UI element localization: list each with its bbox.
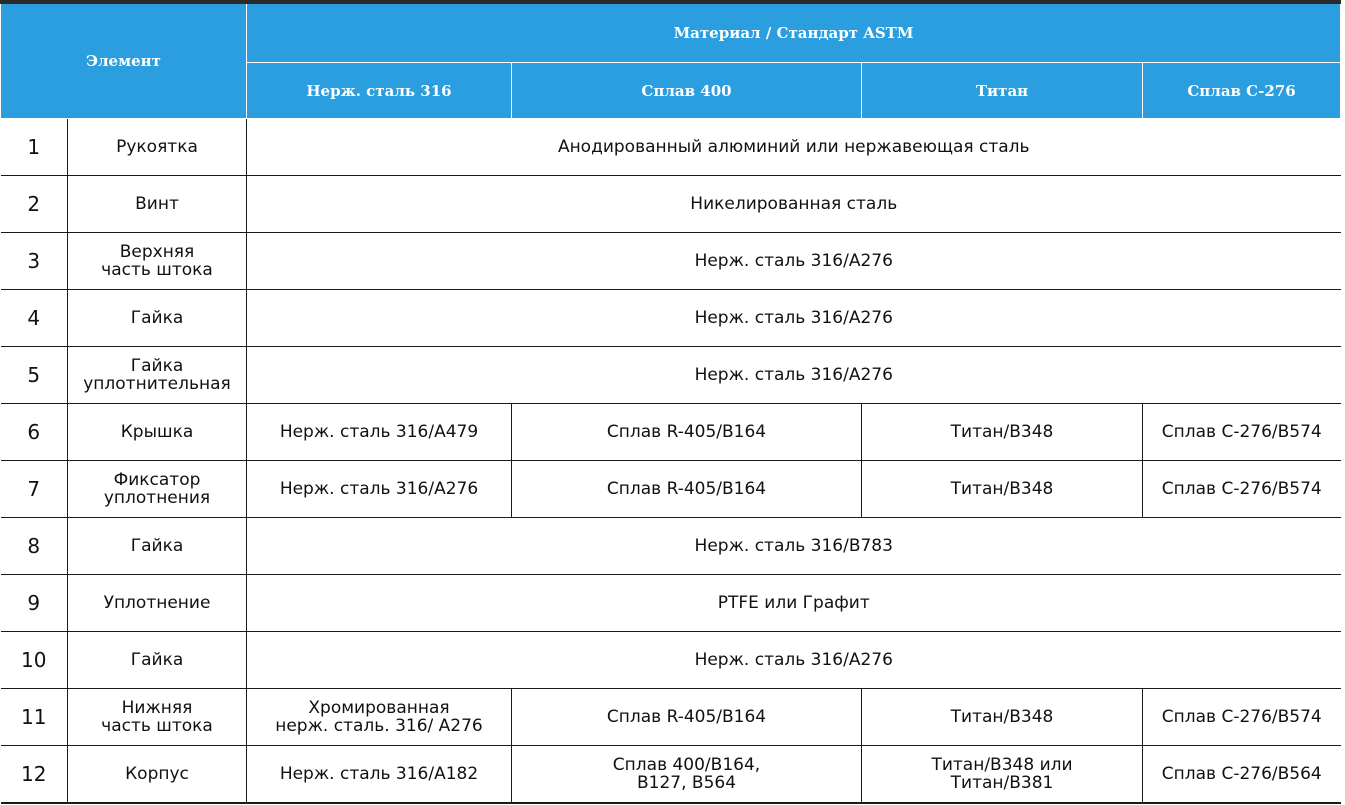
material-cell-ss316: Нерж. сталь 316/A182 (246, 745, 512, 804)
table-row: 12 Корпус Нерж. сталь 316/A182 Сплав 400/B1… (0, 745, 1341, 804)
row-number: 3 (0, 232, 68, 290)
material-cell-line: Титан/B348 или (931, 755, 1073, 775)
row-number: 12 (0, 745, 68, 804)
material-cell-line: Нерж. сталь 316/A182 (279, 764, 479, 784)
element-name-cell: Рукоятка (67, 118, 247, 176)
common-material-cell: Анодированный алюминий или нержавеющая с… (245, 118, 1341, 176)
row-number: 6 (0, 403, 68, 461)
column-header-alloy400: Сплав 400 (511, 62, 862, 119)
table-row: 9 Уплотнение PTFE или Графит (0, 574, 1341, 632)
material-cell-titanium: Титан/B348 (861, 460, 1143, 518)
material-cell-c276: Сплав С-276/B574 (1141, 403, 1341, 461)
element-name-line: Нижняя (121, 698, 193, 718)
element-name-line: Фиксатор (113, 470, 201, 490)
material-cell-line: B127, B564 (636, 773, 737, 793)
element-column-header: Элемент (0, 1, 247, 119)
element-name-cell: Гайка (67, 289, 247, 347)
material-cell-line: Титан/B348 (950, 422, 1054, 442)
material-cell-alloy400: Сплав R-405/B164 (511, 403, 862, 461)
row-number: 9 (0, 574, 68, 632)
material-cell-line: Сплав 400/B164, (612, 755, 761, 775)
row-number: 2 (0, 175, 68, 233)
material-cell-line: Сплав С-276/B574 (1161, 479, 1322, 499)
table-row: 4 Гайка Нерж. сталь 316/A276 (0, 289, 1341, 347)
table-header: Элемент Материал / Стандарт ASTM Нерж. с… (0, 1, 1342, 119)
element-name-cell: Гайка (67, 517, 247, 575)
table-row: 5 Гайка уплотнительная Нерж. сталь 316/A276 (0, 346, 1341, 404)
material-cell-line: Сплав R-405/B164 (606, 707, 767, 727)
element-name-cell: Гайка (67, 631, 247, 689)
element-name-line: Гайка (130, 356, 184, 376)
material-cell-line: Титан/B381 (950, 773, 1054, 793)
material-cell-c276: Сплав С-276/B574 (1141, 460, 1341, 518)
material-cell-line: Титан/B348 (950, 707, 1054, 727)
material-cell-alloy400: Сплав 400/B164, B127, B564 (511, 745, 862, 804)
material-standard-header: Материал / Стандарт ASTM (245, 1, 1342, 63)
material-cell-line: Сплав R-405/B164 (606, 479, 767, 499)
table-row: 11 Нижняя часть штока Хромированная нерж. ст… (0, 688, 1341, 746)
row-number: 8 (0, 517, 68, 575)
material-cell-line: Сплав С-276/B574 (1161, 422, 1322, 442)
material-cell-line: Сплав С-276/B564 (1161, 764, 1322, 784)
material-cell-titanium: Титан/B348 (861, 403, 1143, 461)
element-name-line: часть штока (101, 716, 213, 736)
element-name-cell: Винт (67, 175, 247, 233)
common-material-cell: Нерж. сталь 316/A276 (245, 346, 1341, 404)
row-number: 1 (0, 118, 68, 176)
material-cell-alloy400: Сплав R-405/B164 (511, 688, 862, 746)
materials-table: Элемент Материал / Стандарт ASTM Нерж. с… (0, 0, 1342, 804)
column-header-titanium: Титан (861, 62, 1143, 119)
column-header-ss316: Нерж. сталь 316 (246, 62, 512, 119)
material-cell-line: нерж. сталь. 316/ A276 (275, 716, 483, 736)
row-number: 7 (0, 460, 68, 518)
material-cell-ss316: Нерж. сталь 316/A479 (246, 403, 512, 461)
row-number: 5 (0, 346, 68, 404)
table-body: 1 Рукоятка Анодированный алюминий или нерж… (0, 118, 1341, 804)
material-cell-titanium: Титан/B348 (861, 688, 1143, 746)
common-material-cell: PTFE или Графит (245, 574, 1341, 632)
element-name-cell: Фиксатор уплотнения (67, 460, 247, 518)
table-row: 2 Винт Никелированная сталь (0, 175, 1341, 233)
common-material-cell: Нерж. сталь 316/B783 (245, 517, 1341, 575)
element-name-line: часть штока (101, 260, 213, 280)
common-material-cell: Нерж. сталь 316/A276 (245, 631, 1341, 689)
material-cell-alloy400: Сплав R-405/B164 (511, 460, 862, 518)
element-name-line: уплотнения (103, 488, 211, 508)
table-row: 6 Крышка Нерж. сталь 316/A479 Сплав R-405/B… (0, 403, 1341, 461)
element-name-cell: Гайка уплотнительная (67, 346, 247, 404)
material-cell-line: Нерж. сталь 316/A276 (279, 479, 479, 499)
element-name-cell: Крышка (67, 403, 247, 461)
element-name-line: Верхняя (119, 242, 195, 262)
common-material-cell: Нерж. сталь 316/A276 (245, 232, 1341, 290)
material-cell-ss316: Нерж. сталь 316/A276 (246, 460, 512, 518)
element-name-cell: Корпус (67, 745, 247, 804)
material-cell-ss316: Хромированная нерж. сталь. 316/ A276 (246, 688, 512, 746)
table-row: 1 Рукоятка Анодированный алюминий или нерж… (0, 118, 1341, 176)
common-material-cell: Никелированная сталь (245, 175, 1341, 233)
table-row: 3 Верхняя часть штока Нерж. сталь 316/A276 (0, 232, 1341, 290)
row-number: 11 (0, 688, 68, 746)
material-cell-line: Сплав R-405/B164 (606, 422, 767, 442)
row-number: 10 (0, 631, 68, 689)
material-cell-line: Сплав С-276/B574 (1161, 707, 1322, 727)
table-row: 10 Гайка Нерж. сталь 316/A276 (0, 631, 1341, 689)
material-cell-line: Нерж. сталь 316/A479 (279, 422, 479, 442)
material-cell-line: Хромированная (308, 698, 450, 718)
row-number: 4 (0, 289, 68, 347)
material-cell-c276: Сплав С-276/B574 (1141, 688, 1341, 746)
table-row: 7 Фиксатор уплотнения Нерж. сталь 316/A276 С… (0, 460, 1341, 518)
element-name-cell: Нижняя часть штока (67, 688, 247, 746)
element-name-line: уплотнительная (83, 374, 231, 394)
table-row: 8 Гайка Нерж. сталь 316/B783 (0, 517, 1341, 575)
element-name-cell: Уплотнение (67, 574, 247, 632)
column-header-c276: Сплав С-276 (1141, 62, 1342, 119)
material-cell-line: Титан/B348 (950, 479, 1054, 499)
common-material-cell: Нерж. сталь 316/A276 (245, 289, 1341, 347)
material-cell-titanium: Титан/B348 или Титан/B381 (861, 745, 1143, 804)
element-name-cell: Верхняя часть штока (67, 232, 247, 290)
material-cell-c276: Сплав С-276/B564 (1141, 745, 1341, 804)
